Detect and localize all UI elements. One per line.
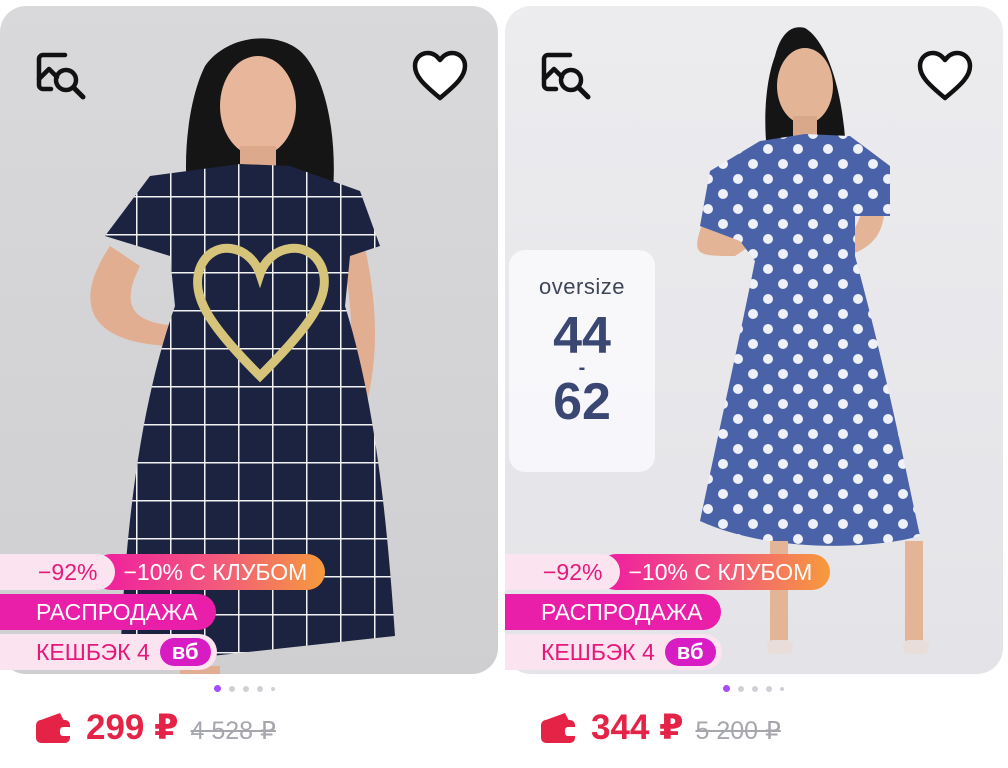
cashback-label: КЕШБЭК 4	[36, 638, 150, 665]
old-price: 4 528 ₽	[190, 717, 276, 745]
favorite-button[interactable]	[915, 46, 975, 106]
carousel-dot	[257, 685, 263, 692]
carousel-indicator	[723, 685, 784, 692]
size-fit-label: oversize	[539, 274, 625, 299]
heart-outline-icon	[412, 50, 468, 101]
wb-currency-badge: вб	[159, 638, 211, 666]
heart-outline-icon	[917, 50, 973, 101]
old-price: 5 200 ₽	[695, 717, 781, 745]
image-search-button[interactable]	[32, 46, 92, 106]
current-price: 344 ₽	[591, 708, 684, 747]
image-search-icon	[541, 52, 591, 100]
carousel-dot	[738, 685, 744, 692]
product-card-2[interactable]: oversize 44 - 62 −92% −10% С КЛУБОМ РАСП…	[505, 0, 1003, 768]
carousel-dot	[229, 685, 235, 692]
promo-badges: −92% −10% С КЛУБОМ РАСПРОДАЖА КЕШБЭК 4 в…	[505, 554, 831, 674]
cashback-badge: КЕШБЭК 4 вб	[505, 634, 722, 670]
cashback-label: КЕШБЭК 4	[541, 638, 655, 665]
carousel-dot	[780, 686, 784, 691]
discount-badge: −92%	[0, 554, 116, 590]
favorite-button[interactable]	[410, 46, 470, 106]
promo-badges: −92% −10% С КЛУБОМ РАСПРОДАЖА КЕШБЭК 4 в…	[0, 554, 326, 674]
image-search-icon	[36, 52, 86, 100]
cashback-badge: КЕШБЭК 4 вб	[0, 634, 217, 670]
image-search-button[interactable]	[537, 46, 597, 106]
carousel-dot	[271, 686, 275, 691]
wallet-icon	[541, 713, 577, 743]
discount-badge: −92%	[505, 554, 621, 590]
current-price: 299 ₽	[86, 708, 179, 747]
club-discount-badge: −10% С КЛУБОМ	[93, 554, 326, 590]
size-from: 44	[553, 307, 611, 365]
price-block: 344 ₽ 5 200 ₽	[539, 708, 781, 748]
price-block: 299 ₽ 4 528 ₽	[34, 708, 276, 748]
carousel-indicator	[214, 685, 275, 692]
wallet-icon	[36, 713, 72, 743]
sale-badge: РАСПРОДАЖА	[505, 594, 721, 630]
carousel-dot	[243, 685, 249, 692]
carousel-dot	[766, 685, 772, 692]
carousel-dot-active	[214, 685, 221, 692]
carousel-dot	[752, 685, 758, 692]
sale-badge: РАСПРОДАЖА	[0, 594, 216, 630]
product-card-1[interactable]: −92% −10% С КЛУБОМ РАСПРОДАЖА КЕШБЭК 4 в…	[0, 0, 498, 768]
club-discount-badge: −10% С КЛУБОМ	[598, 554, 831, 590]
size-range-badge: oversize 44 - 62	[509, 250, 655, 472]
wb-currency-badge: вб	[664, 638, 716, 666]
size-to: 62	[553, 373, 611, 431]
carousel-dot-active	[723, 685, 730, 692]
